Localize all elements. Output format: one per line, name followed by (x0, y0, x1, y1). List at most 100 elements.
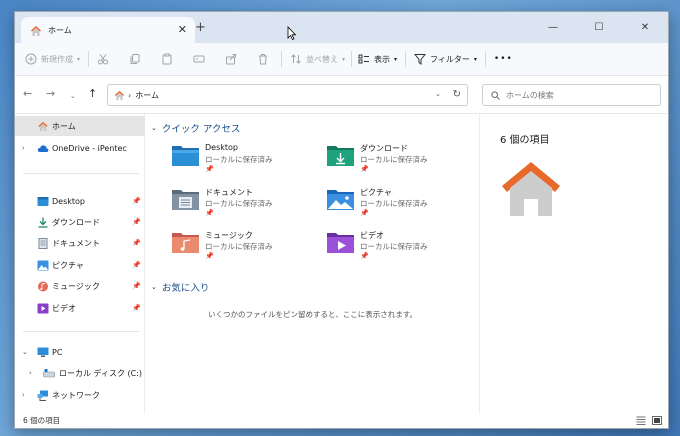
sidebar-item-label: ネットワーク (52, 390, 100, 400)
up-arrow-icon[interactable]: ↑ (88, 88, 97, 100)
address-bar[interactable]: › ホーム ⌄ ↻ (107, 84, 468, 106)
pin-icon[interactable]: 📌 (132, 197, 141, 205)
collapse-chevron-icon[interactable]: ⌄ (22, 348, 28, 356)
home-icon (31, 25, 41, 36)
favorites-empty-message: いくつかのファイルをピン留めすると、ここに表示されます。 (208, 310, 417, 319)
chevron-down-icon: ⌄ (151, 283, 157, 291)
expand-chevron-icon[interactable]: › (29, 369, 32, 377)
details-view-icon[interactable] (636, 416, 646, 425)
tiles-view-icon[interactable] (652, 416, 662, 425)
new-tab-button[interactable]: + (195, 21, 206, 34)
favorites-header[interactable]: ⌄ お気に入り (151, 280, 209, 294)
navigation-pane: ホーム › OneDrive - iPentec Desktop 📌 ダウンロー… (15, 114, 145, 414)
item-status: ローカルに保存済み (360, 199, 428, 208)
downloads-folder-icon (327, 146, 354, 166)
divider (351, 51, 353, 67)
sidebar-item-desktop[interactable]: Desktop 📌 (15, 191, 145, 211)
copy-button[interactable] (129, 48, 145, 70)
trash-icon (259, 54, 268, 65)
music-icon (38, 281, 48, 292)
document-icon (38, 238, 48, 249)
quick-access-header[interactable]: ⌄ クイック アクセス (151, 121, 240, 135)
item-name: ミュージック (205, 231, 253, 240)
minimize-button[interactable]: — (530, 12, 576, 43)
pin-icon[interactable]: 📌 (132, 218, 141, 226)
sidebar-item-network[interactable]: › ネットワーク (15, 385, 145, 405)
pin-icon[interactable]: 📌 (132, 304, 141, 312)
search-placeholder: ホームの検索 (506, 90, 554, 100)
pin-icon[interactable]: 📌 (132, 282, 141, 290)
new-button-label: 新規作成 (41, 54, 73, 64)
pc-icon (37, 347, 49, 357)
chevron-down-icon: ▾ (342, 55, 346, 63)
status-bar: 6 個の項目 (15, 414, 668, 428)
rename-icon (193, 55, 205, 63)
close-tab-icon[interactable]: ✕ (178, 24, 187, 35)
file-explorer-window: ホーム ✕ + — ☐ ✕ 新規作成 ▾ 並べ替え ▾ 表示 ▾ フィルター ▾… (14, 11, 669, 429)
cut-button[interactable] (97, 48, 113, 70)
home-icon (38, 121, 48, 131)
sidebar-item-documents[interactable]: ドキュメント 📌 (15, 233, 145, 253)
share-button[interactable] (225, 48, 241, 70)
back-arrow-icon[interactable]: ← (23, 88, 32, 100)
refresh-icon[interactable]: ↻ (453, 89, 461, 100)
download-icon (38, 217, 48, 228)
sidebar-item-home[interactable]: ホーム (15, 116, 145, 136)
pin-icon[interactable]: 📌 (132, 239, 141, 247)
sort-icon (291, 54, 301, 64)
clipboard-icon (162, 53, 172, 65)
filter-button[interactable]: フィルター ▾ (414, 48, 477, 70)
breadcrumb-chevron-icon[interactable]: › (128, 91, 131, 100)
item-status: ローカルに保存済み (360, 242, 428, 251)
quick-access-item-downloads[interactable]: ダウンロード ローカルに保存済み 📌 (326, 143, 476, 177)
videos-icon (37, 303, 49, 314)
sidebar-item-label: ピクチャ (52, 260, 84, 270)
sidebar-item-music[interactable]: ミュージック 📌 (15, 276, 145, 296)
sidebar-item-label: ホーム (52, 121, 76, 131)
sidebar-item-label: ビデオ (52, 303, 76, 313)
sidebar-item-local-disk[interactable]: › ローカル ディスク (C:) (15, 363, 145, 383)
quick-access-item-desktop[interactable]: Desktop ローカルに保存済み 📌 (171, 143, 321, 177)
quick-access-item-videos[interactable]: ビデオ ローカルに保存済み 📌 (326, 230, 476, 264)
pin-icon[interactable]: 📌 (132, 261, 141, 269)
expand-chevron-icon[interactable]: › (22, 144, 25, 152)
divider (405, 51, 407, 67)
quick-access-item-music[interactable]: ミュージック ローカルに保存済み 📌 (171, 230, 321, 264)
divider (23, 331, 139, 332)
chevron-down-icon: ▾ (394, 55, 398, 63)
tab-home[interactable]: ホーム ✕ (21, 17, 195, 44)
paste-button[interactable] (161, 48, 177, 70)
sidebar-item-pictures[interactable]: ピクチャ 📌 (15, 255, 145, 275)
pictures-folder-icon (327, 190, 354, 210)
maximize-button[interactable]: ☐ (576, 12, 622, 43)
search-input[interactable]: ホームの検索 (482, 84, 661, 106)
title-bar: ホーム ✕ + — ☐ ✕ (15, 12, 668, 44)
sidebar-item-label: OneDrive - iPentec (52, 143, 127, 153)
delete-button[interactable] (257, 48, 273, 70)
content-pane: ⌄ クイック アクセス Desktop ローカルに保存済み 📌 ダウンロード ロ… (146, 114, 479, 414)
sidebar-item-videos[interactable]: ビデオ 📌 (15, 298, 145, 318)
copy-icon (130, 54, 140, 64)
more-options-button[interactable]: ••• (494, 48, 513, 70)
divider (88, 51, 90, 67)
view-button[interactable]: 表示 ▾ (358, 48, 397, 70)
forward-arrow-icon[interactable]: → (46, 88, 55, 100)
view-label: 表示 (374, 54, 391, 64)
rename-button[interactable] (193, 48, 209, 70)
new-button[interactable]: 新規作成 ▾ (25, 48, 80, 70)
status-item-count: 6 個の項目 (23, 416, 61, 425)
breadcrumb-home[interactable]: ホーム (135, 90, 159, 101)
recent-locations-chevron-icon[interactable]: ⌄ (70, 90, 76, 102)
close-window-button[interactable]: ✕ (622, 12, 668, 43)
sidebar-item-pc[interactable]: ⌄ PC (15, 342, 145, 362)
music-folder-icon (172, 233, 199, 253)
quick-access-item-documents[interactable]: ドキュメント ローカルに保存済み 📌 (171, 187, 321, 221)
sidebar-item-onedrive[interactable]: › OneDrive - iPentec (15, 138, 145, 158)
scissors-icon (98, 54, 109, 65)
sidebar-item-downloads[interactable]: ダウンロード 📌 (15, 212, 145, 232)
expand-chevron-icon[interactable]: › (22, 391, 25, 399)
quick-access-item-pictures[interactable]: ピクチャ ローカルに保存済み 📌 (326, 187, 476, 221)
item-status: ローカルに保存済み (205, 199, 273, 208)
sort-button[interactable]: 並べ替え ▾ (290, 48, 345, 70)
address-dropdown-icon[interactable]: ⌄ (435, 90, 441, 98)
